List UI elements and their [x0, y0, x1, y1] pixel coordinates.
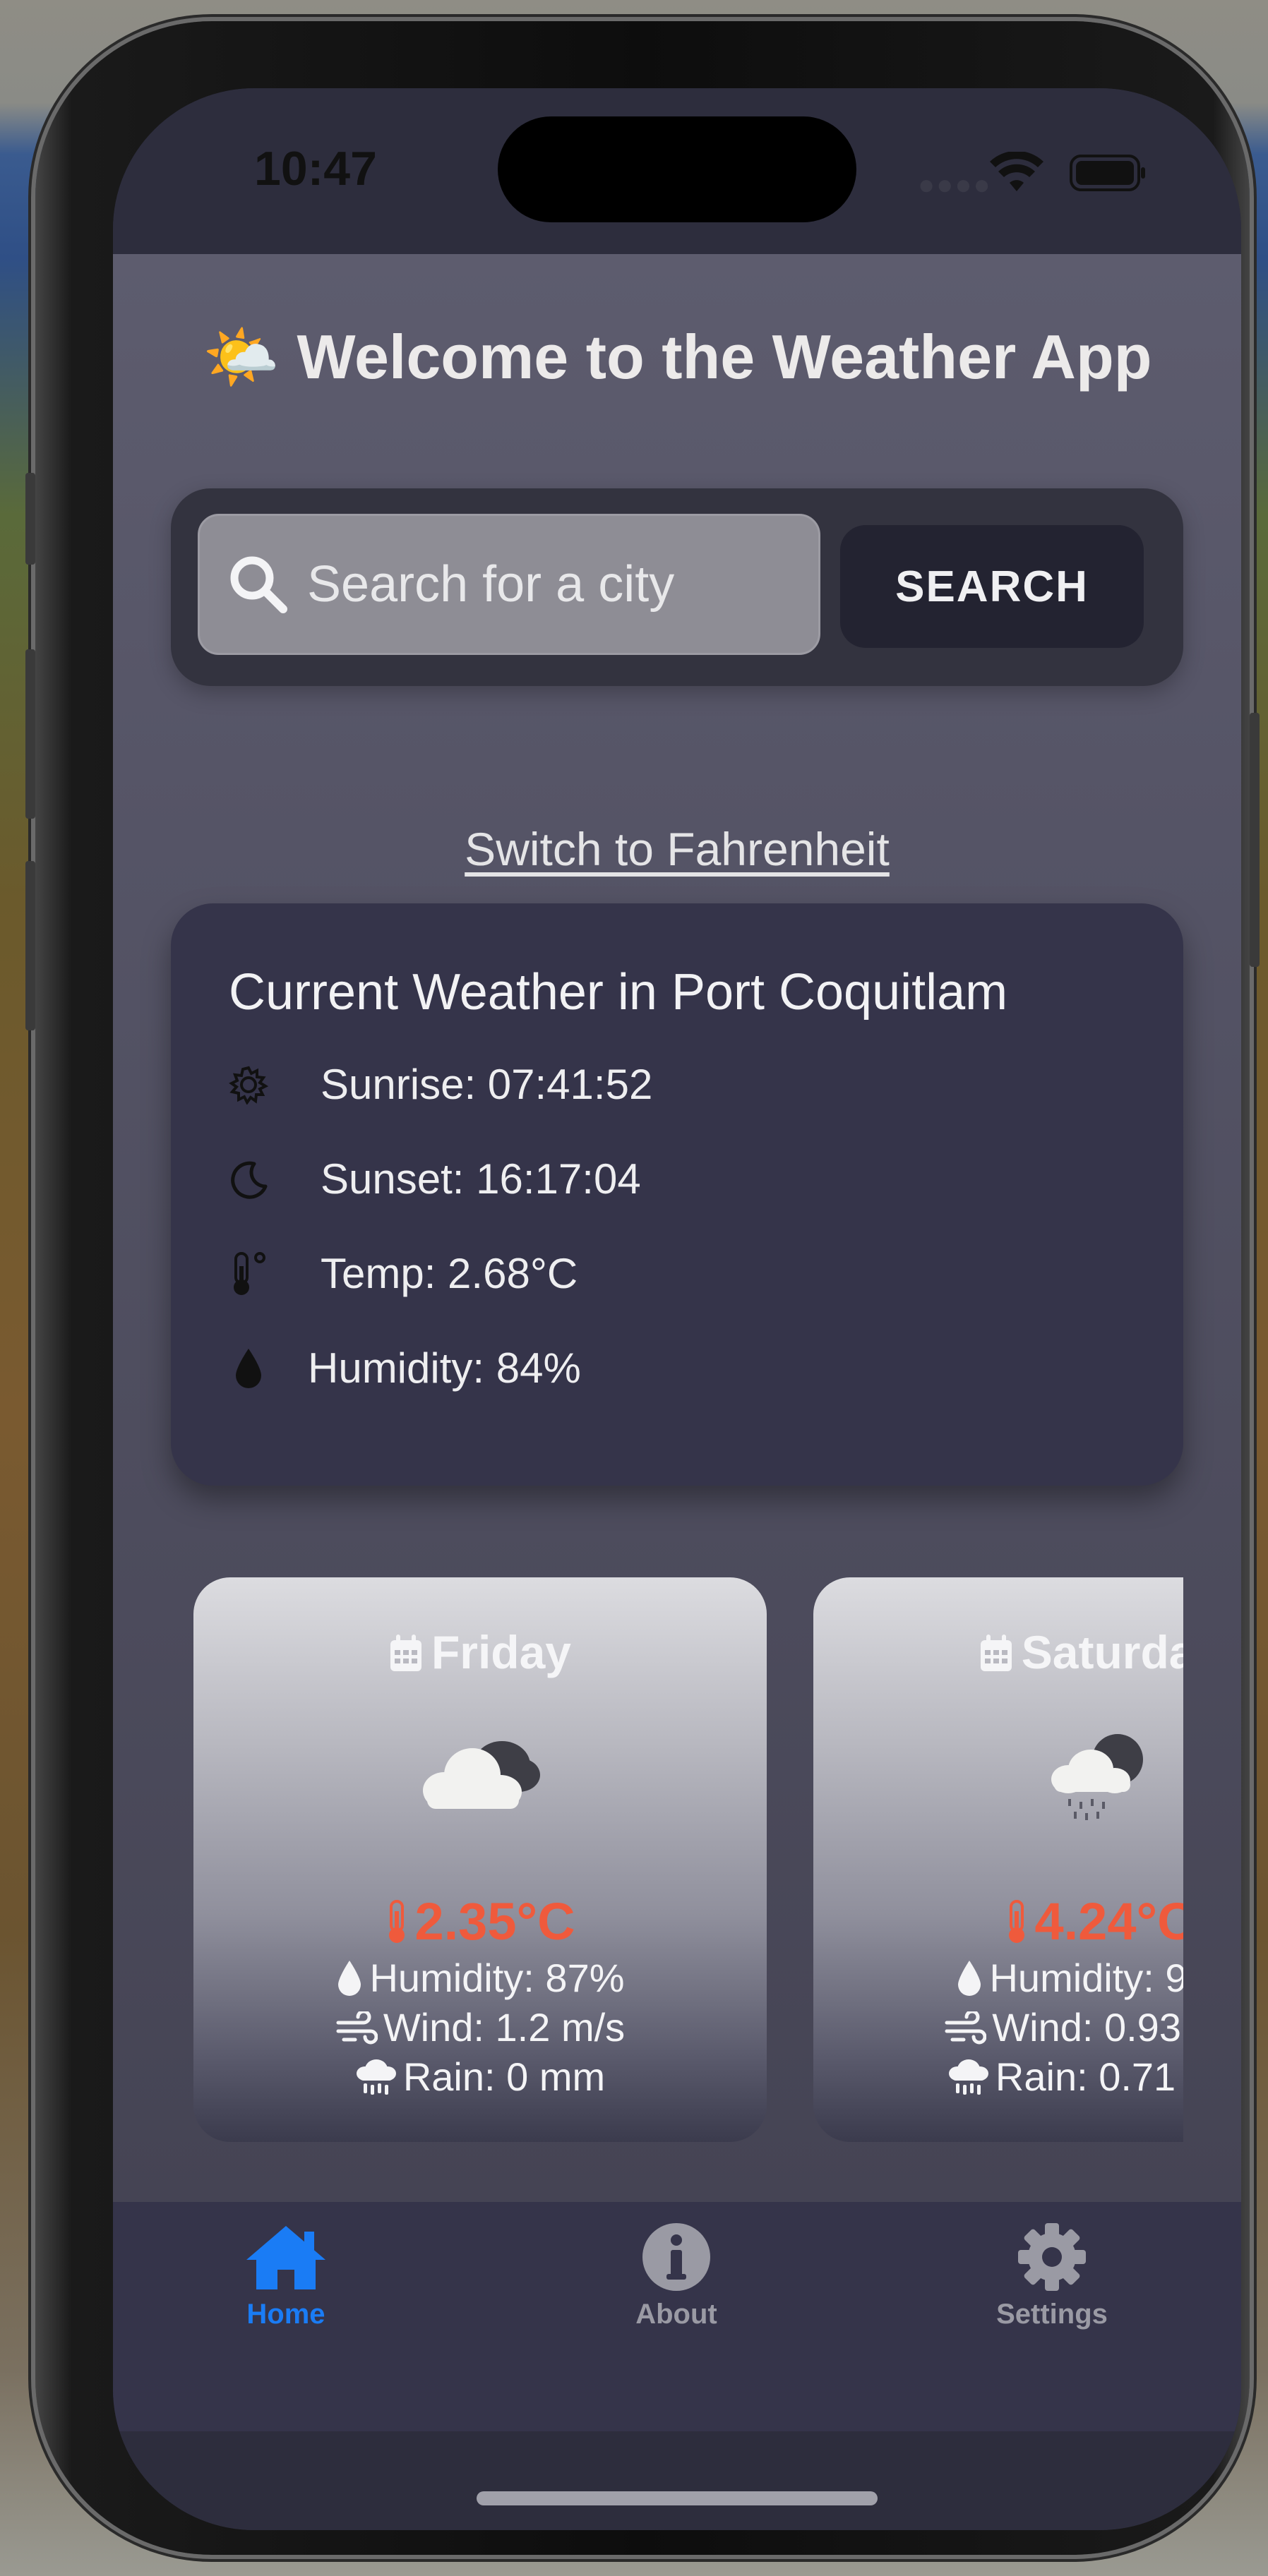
forecast-temp-value: 4.24°C [1034, 1892, 1183, 1951]
battery-icon [1070, 155, 1145, 191]
sunrise-text: Sunrise: 07:41:52 [321, 1061, 653, 1108]
forecast-wind-text: Wind: 0.93 m/s [992, 2005, 1183, 2050]
search-button[interactable]: SEARCH [840, 525, 1144, 648]
tab-home[interactable]: Home [194, 2222, 378, 2330]
cloudy-night-icon [193, 1726, 767, 1817]
forecast-wind: Wind: 0.93 m/s [813, 2004, 1183, 2050]
wind-icon [945, 2011, 987, 2045]
status-bar: 10:47 ●●●● [113, 88, 1241, 254]
forecast-humidity-text: Humidity: 87% [369, 1956, 625, 2000]
wifi-icon [990, 152, 1043, 191]
dynamic-island [498, 116, 856, 222]
sun-icon [229, 1061, 268, 1108]
home-icon [246, 2226, 325, 2289]
tab-settings[interactable]: Settings [960, 2222, 1144, 2330]
phone-screen: 10:47 ●●●● 🌤️ Welcome to the Weather App [113, 88, 1241, 2530]
search-icon [230, 556, 287, 613]
water-drop-icon [338, 1961, 361, 1996]
wind-icon [336, 2011, 378, 2045]
humidity-row: Humidity: 84% [229, 1344, 581, 1392]
sunset-text: Sunset: 16:17:04 [321, 1155, 641, 1203]
water-drop-icon [229, 1345, 268, 1392]
gear-icon [1018, 2223, 1086, 2291]
moon-icon [229, 1156, 268, 1203]
forecast-card-friday[interactable]: Friday 2.35°C Humidity: 87% Wind: 1.2 m/… [193, 1577, 767, 2142]
forecast-rain: Rain: 0.71 mm [813, 2054, 1183, 2100]
tab-home-label: Home [246, 2299, 325, 2330]
forecast-card-saturday[interactable]: Saturday [813, 1577, 1183, 2142]
forecast-day: Saturday [813, 1625, 1183, 1679]
app-content: 🌤️ Welcome to the Weather App SEARCH Swi… [113, 254, 1241, 2202]
cloud-rain-icon [356, 2059, 396, 2095]
forecast-scroller[interactable]: Friday 2.35°C Humidity: 87% Wind: 1.2 m/… [193, 1577, 1183, 2142]
volume-down-button [25, 861, 35, 1030]
search-input[interactable] [307, 542, 787, 627]
forecast-wind: Wind: 1.2 m/s [193, 2004, 767, 2050]
forecast-humidity-text: Humidity: 91% [989, 1956, 1183, 2000]
info-icon [642, 2223, 710, 2291]
sunrise-row: Sunrise: 07:41:52 [229, 1060, 652, 1109]
forecast-temp: 2.35°C [193, 1891, 767, 1951]
forecast-humidity: Humidity: 87% [193, 1955, 767, 2001]
current-weather-title: Current Weather in Port Coquitlam [229, 964, 1008, 1021]
rainy-night-icon [813, 1726, 1183, 1824]
tab-bar: Home About Settings [113, 2202, 1241, 2431]
cellular-signal-icon: ●●●● [918, 169, 992, 200]
thermometer-icon [229, 1251, 268, 1297]
tab-about[interactable]: About [585, 2222, 768, 2330]
forecast-day-label: Saturday [1021, 1626, 1183, 1678]
search-field[interactable] [198, 514, 820, 655]
forecast-wind-text: Wind: 1.2 m/s [383, 2005, 626, 2050]
switch-units-link[interactable]: Switch to Fahrenheit [113, 822, 1241, 876]
temperature-row: Temp: 2.68°C [229, 1249, 578, 1298]
calendar-icon [390, 1635, 421, 1671]
home-indicator[interactable] [477, 2491, 878, 2505]
forecast-rain-text: Rain: 0.71 mm [995, 2054, 1183, 2099]
forecast-day-label: Friday [431, 1626, 572, 1678]
forecast-rain: Rain: 0 mm [193, 2054, 767, 2100]
page-title: 🌤️ Welcome to the Weather App [202, 322, 1152, 392]
thermometer-icon [389, 1900, 405, 1943]
action-button [25, 473, 35, 565]
phone-frame: 10:47 ●●●● 🌤️ Welcome to the Weather App [25, 21, 1260, 2555]
forecast-day: Friday [193, 1625, 767, 1679]
forecast-temp: 4.24°C [813, 1891, 1183, 1951]
power-button [1250, 713, 1260, 967]
forecast-rain-text: Rain: 0 mm [402, 2054, 606, 2099]
water-drop-icon [958, 1961, 981, 1996]
humidity-text: Humidity: 84% [308, 1344, 581, 1392]
temperature-text: Temp: 2.68°C [321, 1250, 578, 1297]
cloud-rain-icon [948, 2059, 988, 2095]
bottom-safe-area [113, 2431, 1241, 2530]
volume-up-button [25, 649, 35, 819]
forecast-humidity: Humidity: 91% [813, 1955, 1183, 2001]
search-bar: SEARCH [171, 488, 1183, 686]
forecast-temp-value: 2.35°C [414, 1892, 575, 1951]
tab-settings-label: Settings [996, 2299, 1108, 2330]
thermometer-icon [1009, 1900, 1025, 1943]
tab-about-label: About [635, 2299, 717, 2330]
current-weather-card: Current Weather in Port Coquitlam Sunris… [171, 903, 1183, 1486]
status-time: 10:47 [254, 142, 377, 195]
sunset-row: Sunset: 16:17:04 [229, 1155, 641, 1203]
calendar-icon [980, 1635, 1012, 1671]
